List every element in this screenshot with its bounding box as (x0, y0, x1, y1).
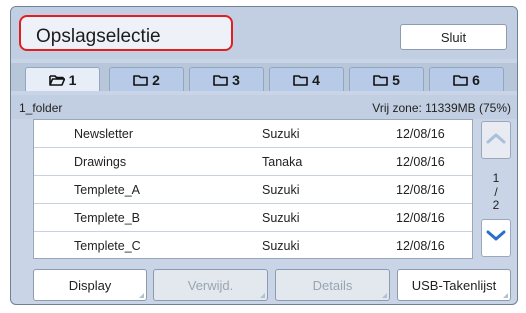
file-owner: Suzuki (262, 239, 300, 253)
folder-icon (293, 74, 308, 86)
button-corner-mark (382, 293, 387, 298)
file-owner: Tanaka (262, 155, 303, 169)
delete-button[interactable]: Verwijd. (153, 269, 268, 301)
folder-icon (213, 74, 228, 86)
close-button[interactable]: Sluit (400, 24, 507, 50)
free-space-readout: Vrij zone: 11339MB (75%) (372, 101, 511, 115)
display-button[interactable]: Display (33, 269, 147, 301)
file-date: 12/08/16 (396, 239, 445, 253)
tab-label: 1 (68, 71, 77, 88)
file-date: 12/08/16 (396, 155, 445, 169)
title-box: Opslagselectie (19, 15, 233, 51)
page-separator: / (494, 185, 498, 199)
file-name: Templete_B (74, 211, 141, 225)
storage-selection-window: Opslagselectie Sluit 1 2 3 4 5 6 1_folde… (10, 6, 518, 305)
file-name: Newsletter (74, 127, 134, 141)
tab-folder-6[interactable]: 6 (429, 67, 504, 91)
file-owner: Suzuki (262, 211, 300, 225)
tab-folder-4[interactable]: 4 (269, 67, 344, 91)
folder-icon (373, 74, 388, 86)
folder-name: 1_folder (19, 101, 63, 115)
details-button-label: Details (312, 277, 353, 293)
file-row[interactable]: Templete_A Suzuki 12/08/16 (34, 176, 472, 204)
display-button-label: Display (68, 277, 112, 293)
tab-folder-3[interactable]: 3 (189, 67, 264, 91)
file-owner: Suzuki (262, 127, 300, 141)
chevron-up-icon (486, 131, 506, 149)
tab-label: 2 (152, 71, 160, 88)
tab-folder-2[interactable]: 2 (109, 67, 184, 91)
delete-button-label: Verwijd. (187, 277, 234, 293)
folder-open-icon (48, 74, 65, 86)
folder-tabbar: 1 2 3 4 5 6 (11, 63, 517, 91)
file-list: Newsletter Suzuki 12/08/16 Drawings Tana… (33, 119, 473, 259)
details-button[interactable]: Details (275, 269, 390, 301)
tab-label: 3 (232, 71, 240, 88)
file-name: Templete_C (74, 239, 141, 253)
folder-icon (453, 74, 468, 86)
file-owner: Suzuki (262, 183, 300, 197)
file-row[interactable]: Templete_B Suzuki 12/08/16 (34, 204, 472, 232)
scroll-up-button[interactable] (481, 121, 511, 159)
file-row[interactable]: Newsletter Suzuki 12/08/16 (34, 120, 472, 148)
file-date: 12/08/16 (396, 183, 445, 197)
tab-label: 5 (392, 71, 400, 88)
scroll-down-button[interactable] (481, 219, 511, 257)
page-title: Opslagselectie (36, 26, 161, 47)
tab-label: 4 (312, 71, 320, 88)
chevron-down-icon (486, 229, 506, 247)
file-date: 12/08/16 (396, 211, 445, 225)
folder-icon (133, 74, 148, 86)
close-button-label: Sluit (440, 29, 467, 45)
folder-info-bar: 1_folder Vrij zone: 11339MB (75%) (11, 95, 517, 119)
tab-label: 6 (472, 71, 480, 88)
usb-job-list-button[interactable]: USB-Takenlijst (397, 269, 511, 301)
page-current: 1 (492, 171, 500, 185)
button-corner-mark (503, 293, 508, 298)
button-corner-mark (260, 293, 265, 298)
file-date: 12/08/16 (396, 127, 445, 141)
file-name: Templete_A (74, 183, 141, 197)
page-total: 2 (492, 198, 500, 212)
file-name: Drawings (74, 155, 127, 169)
file-row[interactable]: Drawings Tanaka 12/08/16 (34, 148, 472, 176)
file-row[interactable]: Templete_C Suzuki 12/08/16 (34, 232, 472, 260)
tab-folder-5[interactable]: 5 (349, 67, 424, 91)
usb-job-list-button-label: USB-Takenlijst (411, 277, 497, 293)
button-corner-mark (139, 293, 144, 298)
tab-folder-1[interactable]: 1 (25, 67, 100, 91)
